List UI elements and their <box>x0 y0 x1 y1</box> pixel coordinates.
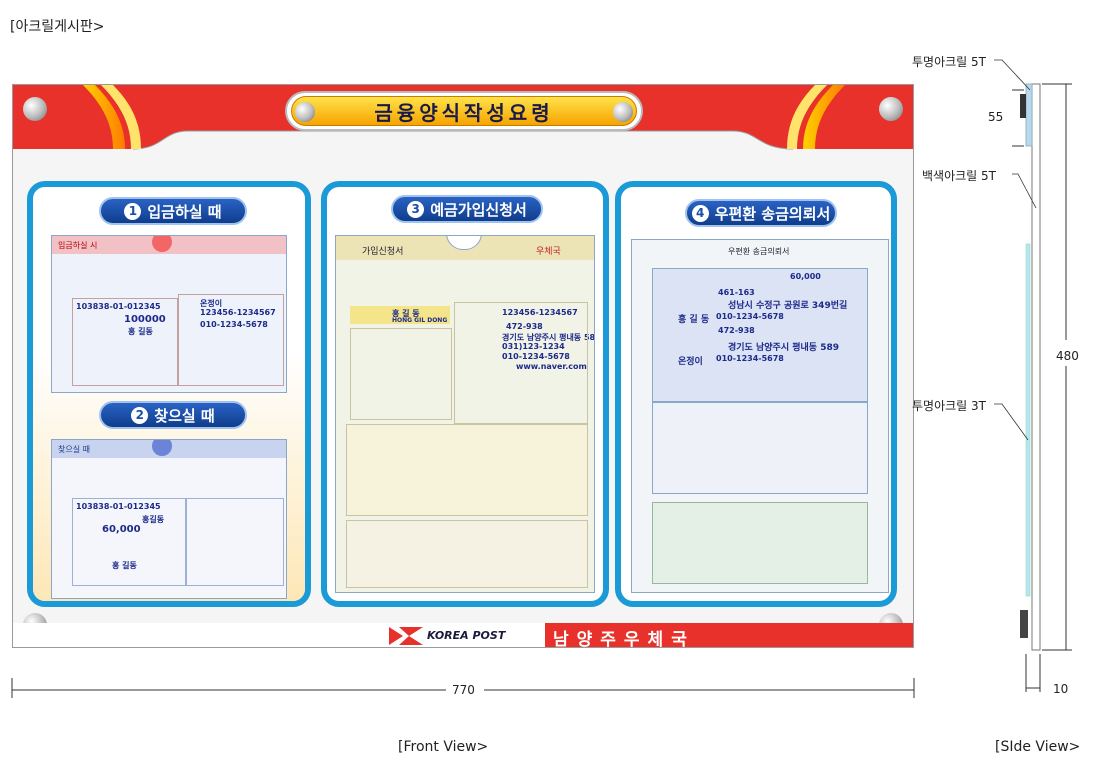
panel1-title: 1 입금하실 때 <box>99 197 247 225</box>
front-view-caption: [Front View> <box>398 739 489 755</box>
remit-form: 우편환 송금의뢰서 60,000 461-163 성남시 수정구 공원로 349… <box>631 239 889 593</box>
panel-deposit-withdraw: 1 입금하실 때 입금하실 시 103838-01-012345 100000 홍… <box>27 181 311 607</box>
screw-top-right <box>879 97 903 121</box>
signup-form: 가입신청서 우체국 홍 길 동 HONG GIL DONG 123456-123… <box>335 235 595 593</box>
panel3-title: 3 예금가입신청서 <box>391 195 543 223</box>
side-view-caption: [SIde View> <box>995 739 1081 755</box>
withdraw-form: 찾으실 때 103838-01-012345 홍길동 60,000 홍 길동 <box>51 439 287 599</box>
screw-top-left <box>23 97 47 121</box>
panel2-title: 2 찾으실 때 <box>99 401 247 429</box>
height-dimension: 480 <box>1056 349 1079 363</box>
deposit-form: 입금하실 시 103838-01-012345 100000 홍 길동 온정이 … <box>51 235 287 393</box>
width-dimension: 770 <box>452 683 475 697</box>
label-clear-acrylic-5t: 투명아크릴 5T <box>912 55 986 69</box>
label-white-acrylic-5t: 백색아크릴 5T <box>922 169 996 183</box>
label-clear-acrylic-3t: 투명아크릴 3T <box>912 399 986 413</box>
page-title: [아크릴게시판> <box>10 19 105 35</box>
footer-office-name: 남양주우체국 <box>553 630 695 648</box>
board-heading: 금융양식작성요령 <box>374 100 554 125</box>
post-logo-icon <box>389 627 423 645</box>
footer-band: KOREA POST 남양주우체국 <box>13 623 913 648</box>
side-view-diagram <box>994 59 1072 692</box>
thickness-dimension: 10 <box>1053 682 1069 696</box>
panel-remit: 4 우편환 송금의뢰서 우편환 송금의뢰서 60,000 461-163 성남시 … <box>615 181 897 607</box>
panel-signup: 3 예금가입신청서 가입신청서 우체국 홍 길 동 HONG GIL DONG 1… <box>321 181 609 607</box>
front-view-board: 금융양식작성요령 1 입금하실 때 입금하실 시 103838-01-012345… <box>12 84 914 648</box>
top-dimension: 55 <box>988 110 1004 124</box>
heading-frame: 금융양식작성요령 <box>285 91 643 131</box>
footer-logo-text: KOREA POST <box>427 629 506 642</box>
panel4-title: 4 우편환 송금의뢰서 <box>685 199 837 227</box>
